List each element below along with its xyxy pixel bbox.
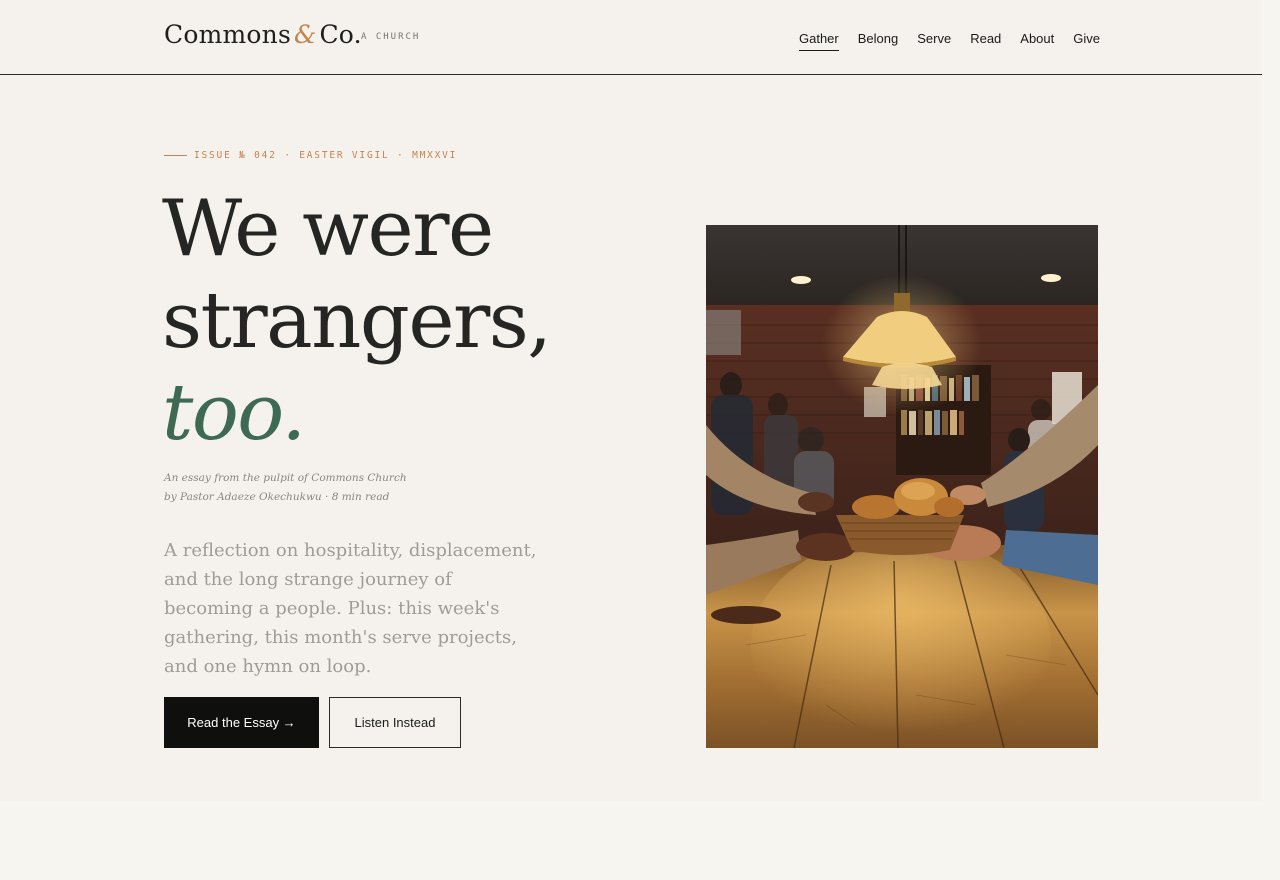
brand-ampersand: &: [293, 20, 317, 49]
read-essay-button[interactable]: Read the Essay →: [164, 697, 319, 748]
nav-item-gather[interactable]: Gather: [799, 31, 839, 51]
issue-kicker: ISSUE № 042 · EASTER VIGIL · MMXXVI: [164, 150, 457, 161]
kicker-rule: [164, 155, 187, 156]
byline-line-1: An essay from the pulpit of Commons Chur…: [164, 472, 407, 484]
nav-item-belong[interactable]: Belong: [858, 31, 898, 51]
site-header: Commons & Co. A CHURCH Gather Belong Serve…: [0, 0, 1262, 75]
main-nav: Gather Belong Serve Read About Give: [799, 31, 1100, 51]
nav-item-serve[interactable]: Serve: [917, 31, 951, 51]
essay-byline: An essay from the pulpit of Commons Chur…: [164, 469, 407, 507]
listen-instead-button[interactable]: Listen Instead: [329, 697, 461, 748]
bread-sharing-illustration: [706, 225, 1098, 748]
headline-accent: too.: [162, 368, 306, 458]
kicker-text: ISSUE № 042 · EASTER VIGIL · MMXXVI: [194, 150, 458, 161]
nav-item-about[interactable]: About: [1020, 31, 1054, 51]
nav-item-read[interactable]: Read: [970, 31, 1001, 51]
brand-logo[interactable]: Commons & Co.: [164, 20, 362, 49]
brand-name-part2: Co.: [319, 20, 362, 49]
byline-line-2: by Pastor Adaeze Okechukwu · 8 min read: [164, 491, 390, 503]
brand-tagline: A CHURCH: [361, 32, 421, 42]
headline-line-1: We were: [162, 184, 494, 274]
hero-headline: We were strangers, too.: [162, 183, 552, 459]
nav-item-give[interactable]: Give: [1073, 31, 1100, 51]
brand-name-part1: Commons: [164, 20, 291, 49]
headline-line-2: strangers,: [162, 276, 552, 366]
hero-lede: A reflection on hospitality, displacemen…: [164, 540, 537, 677]
hero-photo: [706, 225, 1098, 748]
page: Commons & Co. A CHURCH Gather Belong Serve…: [0, 0, 1262, 801]
